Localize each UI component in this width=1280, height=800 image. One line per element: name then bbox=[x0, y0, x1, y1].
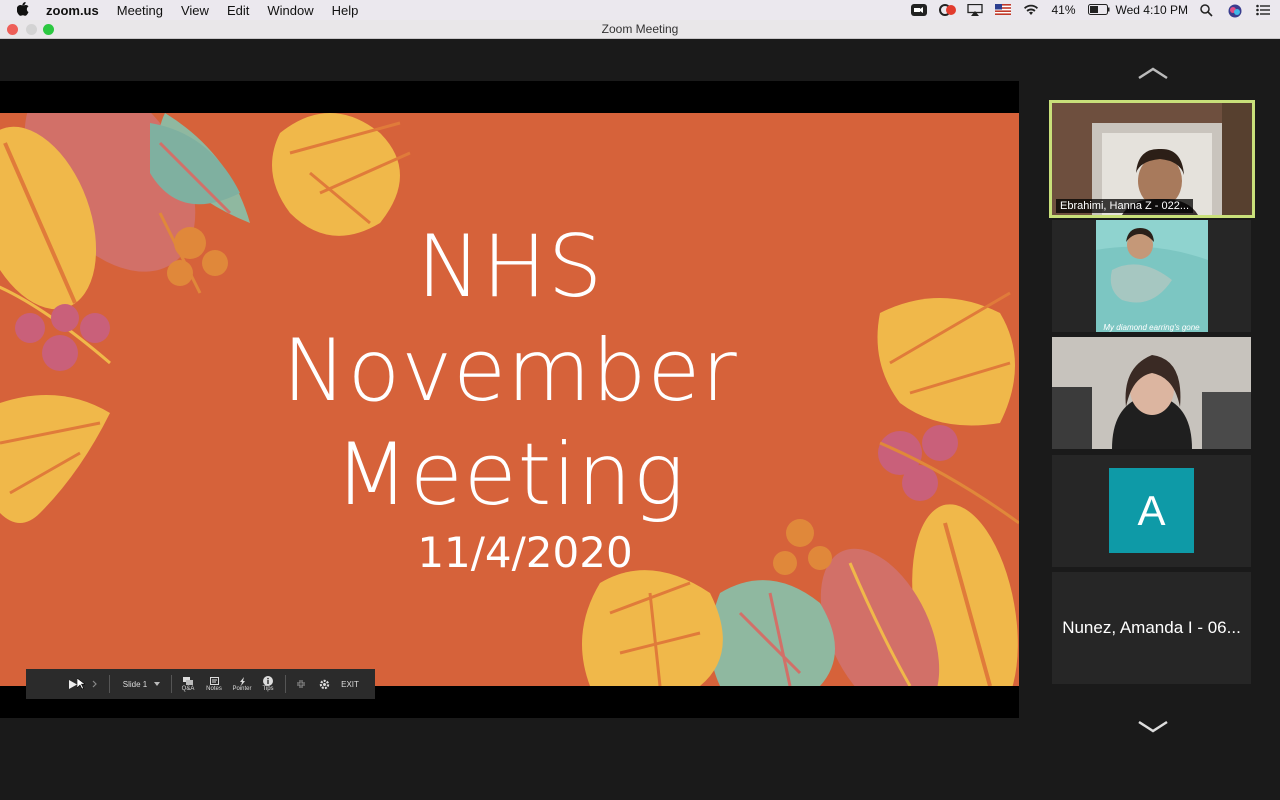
slide-date: 11/4/2020 bbox=[417, 528, 633, 577]
siri-icon[interactable] bbox=[1228, 4, 1244, 18]
meeting-stage: NHS November Meeting 11/4/2020 Slide 1 Q… bbox=[0, 40, 1280, 800]
qa-button[interactable]: Q&A bbox=[178, 669, 198, 699]
slide-title-line: NHS bbox=[416, 217, 604, 317]
slide-title-line: Meeting bbox=[334, 425, 686, 525]
menu-meeting[interactable]: Meeting bbox=[117, 3, 163, 18]
wifi-icon[interactable] bbox=[1023, 4, 1039, 16]
slide-title-line: November bbox=[282, 321, 738, 421]
apple-icon[interactable] bbox=[0, 1, 46, 19]
participant-tile-active-speaker[interactable]: Ebrahimi, Hanna Z - 022... bbox=[1049, 100, 1255, 218]
tips-label: Tips bbox=[262, 686, 274, 692]
exit-label: EXIT bbox=[341, 679, 359, 689]
toolbar-divider bbox=[109, 675, 110, 693]
next-slide-icon[interactable] bbox=[88, 669, 100, 699]
slide-selector-label: Slide 1 bbox=[122, 679, 148, 689]
qa-label: Q&A bbox=[181, 685, 195, 692]
battery-percent: 41% bbox=[1051, 3, 1076, 17]
menu-help[interactable]: Help bbox=[332, 3, 359, 18]
pointer-label: Pointer bbox=[232, 685, 252, 692]
battery-icon[interactable] bbox=[1087, 4, 1110, 16]
menu-view[interactable]: View bbox=[181, 3, 209, 18]
menu-app-name[interactable]: zoom.us bbox=[46, 3, 99, 18]
toolbar-divider bbox=[171, 675, 172, 693]
airplay-icon[interactable] bbox=[967, 3, 984, 16]
info-icon bbox=[263, 676, 273, 686]
notes-button[interactable]: Notes bbox=[203, 669, 225, 699]
menu-edit[interactable]: Edit bbox=[227, 3, 249, 18]
creative-cloud-icon[interactable] bbox=[939, 4, 957, 16]
participant-video bbox=[1052, 337, 1251, 449]
slide-title: NHS November Meeting bbox=[180, 215, 840, 527]
close-window-button[interactable] bbox=[7, 24, 18, 35]
shared-slide: NHS November Meeting 11/4/2020 bbox=[0, 113, 1019, 686]
cursor-icon bbox=[76, 669, 86, 699]
chevron-down-icon[interactable] bbox=[1136, 720, 1170, 740]
notification-center-icon[interactable] bbox=[1256, 4, 1272, 16]
participant-video bbox=[1052, 220, 1251, 332]
menu-window[interactable]: Window bbox=[267, 3, 313, 18]
fullscreen-window-button[interactable] bbox=[43, 24, 54, 35]
status-area: 41% Wed 4:10 PM bbox=[911, 0, 1272, 20]
chevron-up-icon[interactable] bbox=[1136, 66, 1170, 86]
window-title: Zoom Meeting bbox=[601, 22, 679, 36]
participant-tile[interactable]: A bbox=[1052, 455, 1251, 567]
spotlight-search-icon[interactable] bbox=[1200, 4, 1216, 17]
pointer-button[interactable]: Pointer bbox=[229, 669, 255, 699]
menubar-clock[interactable]: Wed 4:10 PM bbox=[1116, 3, 1188, 17]
zoom-video-icon[interactable] bbox=[911, 4, 928, 16]
participant-tile[interactable]: My diamond earring's gone bbox=[1052, 220, 1251, 332]
exit-fullscreen-icon[interactable] bbox=[294, 669, 308, 699]
menu-bar: zoom.us Meeting View Edit Window Help 41… bbox=[0, 0, 1280, 20]
participant-name-tag: Ebrahimi, Hanna Z - 022... bbox=[1056, 199, 1194, 213]
notes-label: Notes bbox=[206, 685, 222, 692]
window-titlebar: Zoom Meeting bbox=[0, 20, 1280, 39]
exit-button[interactable]: EXIT bbox=[338, 669, 362, 699]
toolbar-divider bbox=[285, 675, 286, 693]
participant-name: Nunez, Amanda I - 06... bbox=[1062, 618, 1241, 637]
participant-tile[interactable] bbox=[1052, 337, 1251, 449]
minimize-window-button[interactable] bbox=[26, 24, 37, 35]
notes-icon bbox=[209, 676, 219, 685]
gear-icon[interactable] bbox=[316, 669, 332, 699]
us-flag-icon[interactable] bbox=[995, 4, 1012, 16]
pointer-icon bbox=[239, 676, 245, 686]
chevron-down-icon[interactable] bbox=[152, 669, 162, 699]
avatar: A bbox=[1109, 468, 1194, 553]
participant-video-caption: My diamond earring's gone bbox=[1103, 323, 1200, 332]
tips-button[interactable]: Tips bbox=[259, 669, 277, 699]
qa-icon bbox=[183, 676, 193, 685]
presenter-toolbar: Slide 1 Q&A Notes Pointer Tips EXIT bbox=[26, 669, 375, 699]
slide-selector[interactable]: Slide 1 bbox=[118, 669, 152, 699]
participant-tile[interactable]: Nunez, Amanda I - 06... bbox=[1052, 572, 1251, 684]
